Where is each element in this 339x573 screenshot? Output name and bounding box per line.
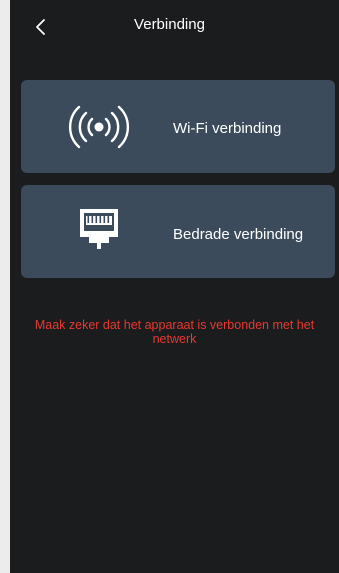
- wired-connection-button[interactable]: Bedrade verbinding: [21, 185, 335, 278]
- connection-warning-text: Maak zeker dat het apparaat is verbonden…: [10, 318, 339, 346]
- wired-connection-label: Bedrade verbinding: [173, 226, 304, 243]
- wifi-connection-button[interactable]: Wi-Fi verbinding: [21, 80, 335, 173]
- warning-line-2: netwerk: [152, 332, 197, 346]
- wifi-signal-icon: [69, 105, 129, 149]
- header: Verbinding: [10, 0, 339, 52]
- app-screen: Verbinding Wi-Fi verbinding Bedrade verb…: [10, 0, 339, 573]
- ethernet-port-icon: [80, 209, 118, 249]
- warning-line-1: Maak zeker dat het apparaat is verbonden…: [34, 318, 315, 332]
- wifi-connection-label: Wi-Fi verbinding: [173, 120, 282, 137]
- page-title: Verbinding: [134, 16, 205, 33]
